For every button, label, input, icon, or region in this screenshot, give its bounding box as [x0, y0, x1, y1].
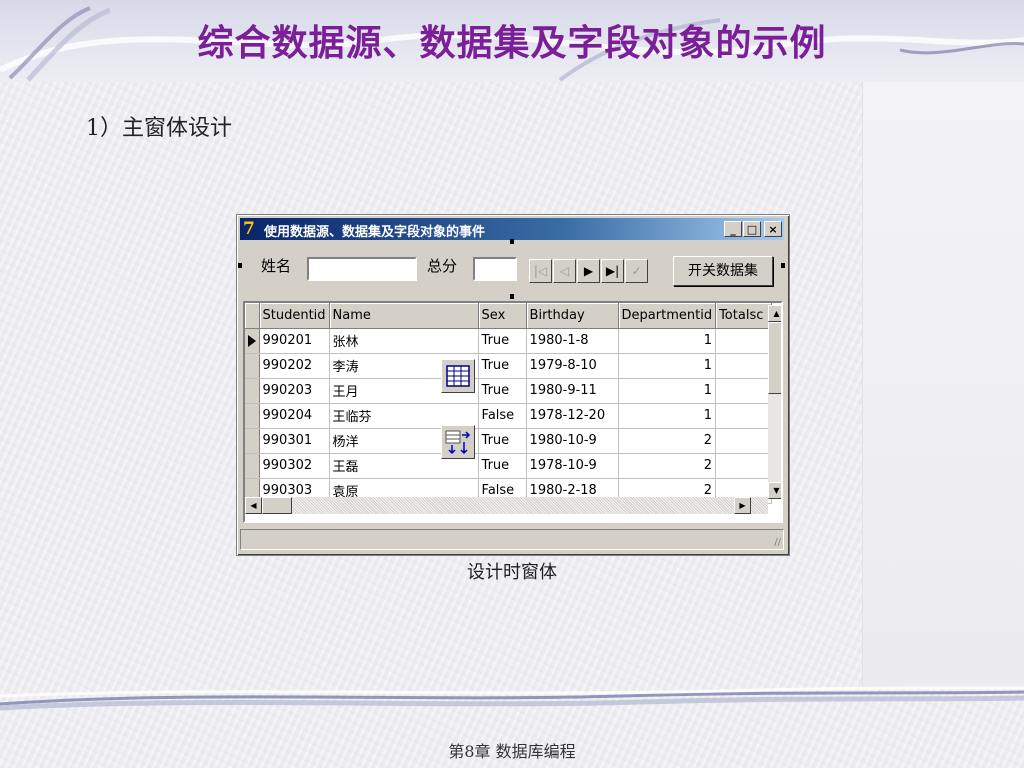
cell[interactable]: 1 [618, 353, 717, 379]
cell[interactable] [715, 453, 773, 479]
cell[interactable] [715, 403, 773, 429]
scroll-left-icon[interactable]: ◀ [245, 497, 262, 514]
cell[interactable] [715, 428, 773, 454]
footer-swoosh-decoration [0, 686, 1024, 711]
column-header[interactable]: Name [329, 303, 479, 329]
cell[interactable]: True [478, 378, 527, 404]
column-header[interactable]: Totalsc [715, 303, 773, 329]
row-indicator [245, 378, 260, 404]
selection-handle [510, 239, 514, 244]
total-input[interactable] [473, 257, 517, 281]
cell[interactable]: 990204 [259, 403, 330, 429]
nav-post-button[interactable]: ✓ [625, 259, 648, 283]
footer-chapter: 第8章 数据库编程 [448, 742, 576, 761]
cell[interactable]: True [478, 353, 527, 379]
cell[interactable]: 990301 [259, 428, 330, 454]
table-row[interactable]: 990202 李涛 True 1979-8-10 1 [245, 353, 773, 379]
grid-corner [245, 303, 260, 329]
selection-handle [238, 263, 242, 268]
scroll-right-icon[interactable]: ▶ [734, 497, 751, 514]
datasource-component-glyph [445, 430, 471, 455]
cell[interactable]: 1980-9-11 [526, 378, 619, 404]
total-label: 总分 [427, 257, 458, 275]
cell[interactable]: 990201 [259, 328, 330, 354]
cell[interactable] [715, 378, 773, 404]
cell[interactable]: 1 [618, 328, 717, 354]
name-label: 姓名 [261, 257, 292, 275]
cell[interactable]: 1 [618, 378, 717, 404]
cell[interactable]: 张林 [329, 328, 479, 354]
grid-table: Studentid Name Sex Birthday Departmentid… [245, 303, 773, 504]
column-header[interactable]: Birthday [526, 303, 619, 329]
cell[interactable]: 2 [618, 453, 717, 479]
cell[interactable]: True [478, 328, 527, 354]
selection-handle [781, 263, 785, 268]
cell[interactable]: 1979-8-10 [526, 353, 619, 379]
nav-first-button[interactable]: |◁ [529, 259, 552, 283]
scroll-down-icon[interactable]: ▼ [768, 482, 781, 499]
resize-grip-icon[interactable]: // [774, 537, 781, 548]
current-row-arrow-icon [248, 334, 256, 347]
table-row[interactable]: 990203 王月 True 1980-9-11 1 [245, 378, 773, 404]
row-indicator [245, 403, 260, 429]
cell[interactable]: 1978-10-9 [526, 453, 619, 479]
section-label: 1）主窗体设计 [86, 116, 232, 141]
delphi-app-icon: 7 [243, 219, 255, 239]
cell[interactable]: 1978-12-20 [526, 403, 619, 429]
window-title: 使用数据源、数据集及字段对象的事件 [264, 225, 486, 240]
row-indicator [245, 328, 260, 354]
toggle-dataset-button[interactable]: 开关数据集 [673, 256, 773, 286]
cell[interactable]: 1 [618, 403, 717, 429]
slide-title: 综合数据源、数据集及字段对象的示例 [197, 22, 827, 64]
close-button[interactable]: × [764, 221, 782, 237]
column-header[interactable]: Sex [478, 303, 527, 329]
cell[interactable]: 1980-10-9 [526, 428, 619, 454]
row-indicator [245, 428, 260, 454]
grid-header-row: Studentid Name Sex Birthday Departmentid… [245, 303, 773, 329]
minimize-button[interactable]: _ [724, 221, 742, 237]
name-input[interactable] [307, 257, 417, 281]
vertical-scrollbar[interactable]: ▲ ▼ [768, 305, 781, 499]
nav-prior-button[interactable]: ◁ [553, 259, 576, 283]
cell[interactable]: False [478, 403, 527, 429]
row-indicator [245, 353, 260, 379]
table-row[interactable]: 990302 王磊 True 1978-10-9 2 [245, 453, 773, 479]
form-window: 7 使用数据源、数据集及字段对象的事件 _ □ × 姓名 总分 |◁ ◁ ▶ ▶… [236, 214, 790, 556]
cell[interactable]: 990302 [259, 453, 330, 479]
status-bar: // [240, 529, 784, 550]
cell[interactable]: 990203 [259, 378, 330, 404]
nav-next-button[interactable]: ▶ [577, 259, 600, 283]
cell[interactable]: 1980-1-8 [526, 328, 619, 354]
table-component-icon[interactable] [441, 359, 475, 393]
figure-caption: 设计时窗体 [467, 562, 557, 583]
vertical-scroll-thumb[interactable] [768, 322, 781, 394]
right-decor-strip [862, 82, 1024, 688]
horizontal-scroll-thumb[interactable] [262, 497, 292, 514]
cell[interactable] [715, 353, 773, 379]
cell[interactable]: 990202 [259, 353, 330, 379]
cell[interactable]: True [478, 453, 527, 479]
table-row[interactable]: 990204 王临芬 False 1978-12-20 1 [245, 403, 773, 429]
selection-handle [510, 294, 514, 299]
cell[interactable]: 2 [618, 428, 717, 454]
data-grid[interactable]: Studentid Name Sex Birthday Departmentid… [243, 301, 783, 523]
nav-last-button[interactable]: ▶| [601, 259, 624, 283]
maximize-button[interactable]: □ [743, 221, 761, 237]
scroll-up-icon[interactable]: ▲ [768, 305, 781, 322]
cell[interactable] [715, 328, 773, 354]
column-header[interactable]: Studentid [259, 303, 330, 329]
window-titlebar[interactable]: 7 使用数据源、数据集及字段对象的事件 _ □ × [240, 218, 784, 240]
table-row[interactable]: 990301 杨洋 True 1980-10-9 2 [245, 428, 773, 454]
horizontal-scrollbar[interactable]: ◀ ▶ [245, 497, 768, 514]
row-indicator [245, 453, 260, 479]
datasource-component-icon[interactable] [441, 425, 475, 459]
column-header[interactable]: Departmentid [618, 303, 717, 329]
cell[interactable]: True [478, 428, 527, 454]
table-row[interactable]: 990201 张林 True 1980-1-8 1 [245, 328, 773, 354]
table-component-glyph [446, 365, 470, 387]
